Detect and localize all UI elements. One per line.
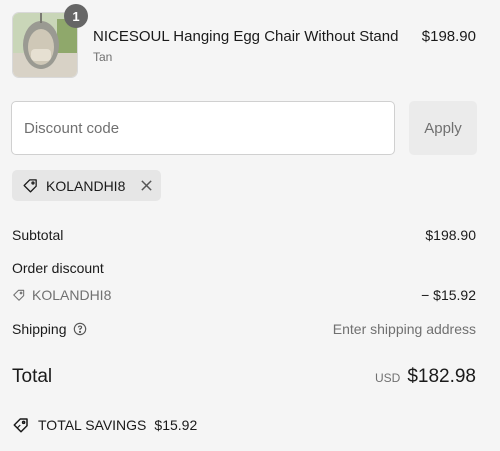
subtotal-value: $198.90 [425,227,476,243]
remove-discount-icon[interactable] [140,179,153,192]
savings-tag-icon [12,416,30,434]
total-value: USD $182.98 [375,366,476,388]
order-discount-label: Order discount [12,260,104,276]
product-variant: Tan [93,50,113,64]
apply-discount-button[interactable]: Apply [409,101,477,155]
tag-icon [22,177,39,194]
order-discount-code: KOLANDHI8 [12,287,111,303]
product-thumbnail: 1 [12,4,88,78]
applied-discount-chip: KOLANDHI8 [12,170,161,201]
quantity-badge: 1 [64,4,88,28]
product-title: NICESOUL Hanging Egg Chair Without Stand [93,28,399,45]
total-amount: $182.98 [407,366,476,387]
discount-code-input[interactable] [11,101,395,155]
shipping-value: Enter shipping address [332,321,476,337]
shipping-label: Shipping [12,321,67,337]
applied-code-label: KOLANDHI8 [46,177,126,194]
order-discount-value: − $15.92 [421,287,476,303]
order-discount-code-label: KOLANDHI8 [32,287,112,303]
currency-code: USD [374,371,401,385]
shipping-row: Shipping [12,321,87,337]
subtotal-label: Subtotal [12,227,64,243]
total-savings: TOTAL SAVINGS $15.92 [12,416,197,434]
savings-value: $15.92 [154,417,198,433]
total-label: Total [12,366,53,387]
tag-icon [12,288,26,302]
product-price: $198.90 [421,28,476,45]
savings-label: TOTAL SAVINGS [38,417,147,433]
help-icon[interactable] [73,322,87,336]
